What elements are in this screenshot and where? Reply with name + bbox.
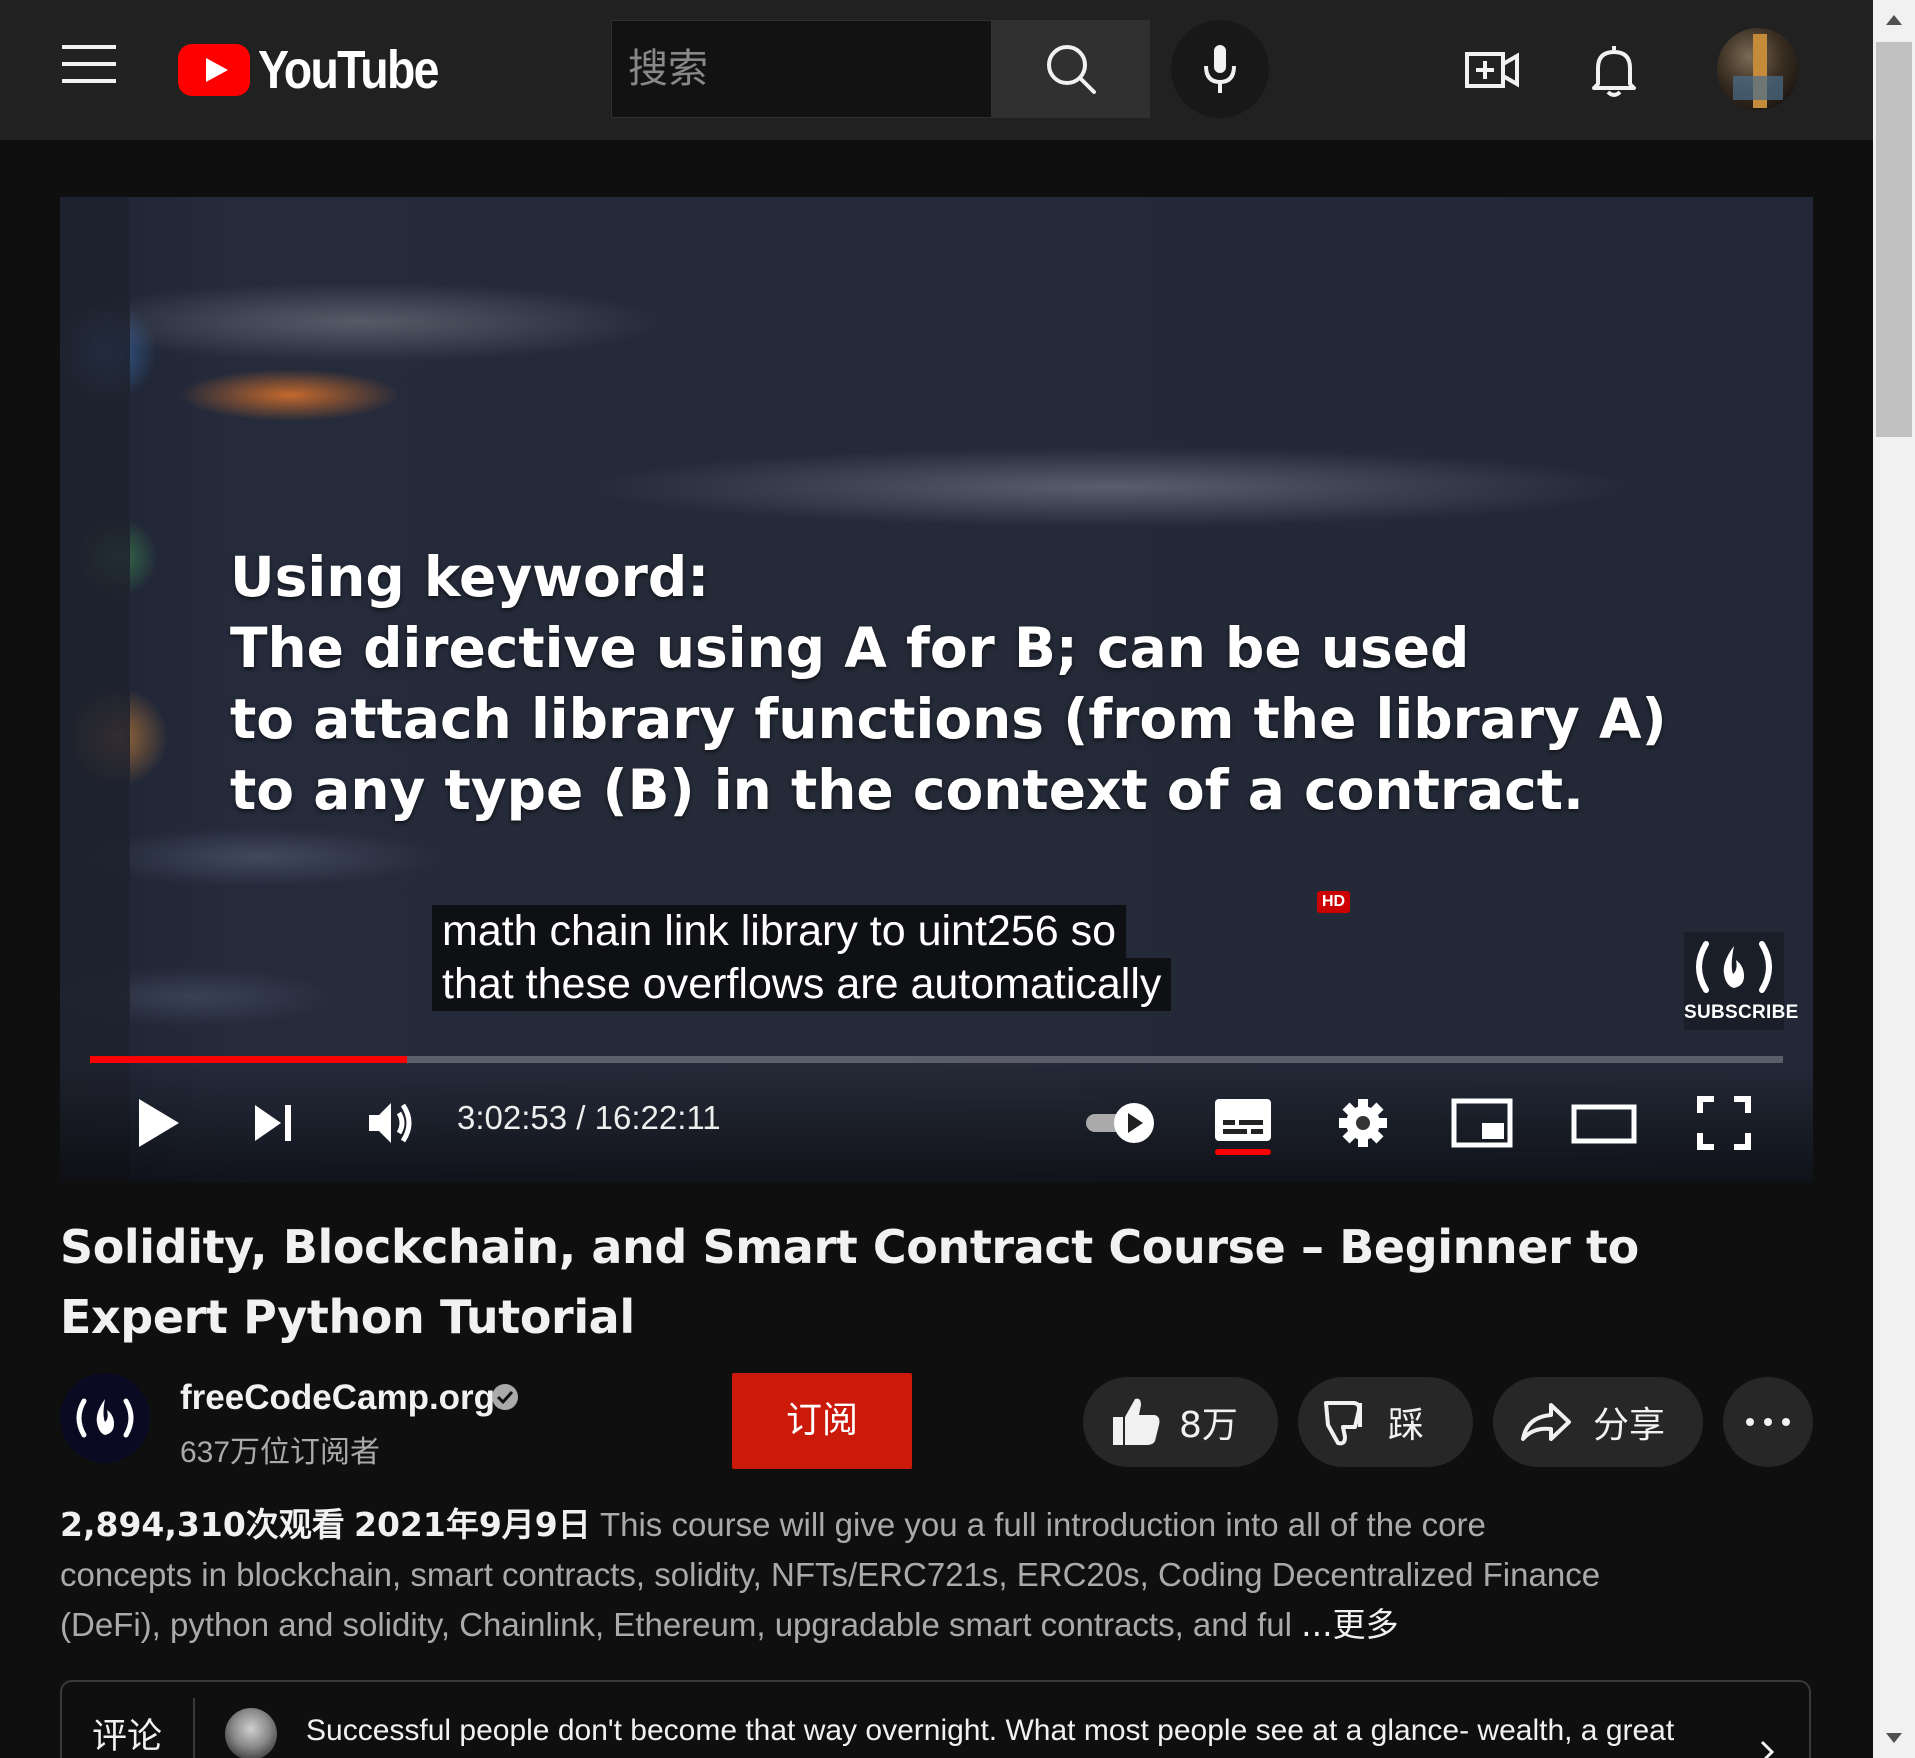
logo-text: YouTube: [258, 40, 439, 100]
youtube-play-badge-icon: [178, 44, 250, 96]
subscriber-count: 637万位订阅者: [180, 1436, 381, 1469]
commenter-avatar: [225, 1708, 277, 1758]
view-count: 2,894,310次观看: [60, 1505, 345, 1544]
dislike-button[interactable]: 踩: [1298, 1377, 1473, 1467]
share-label: 分享: [1593, 1405, 1666, 1446]
closed-caption: math chain link library to uint256 so th…: [432, 905, 1172, 1011]
autoplay-toggle-icon: [1086, 1103, 1154, 1143]
share-button[interactable]: 分享: [1493, 1377, 1703, 1467]
notifications-button[interactable]: [1584, 40, 1644, 100]
upload-date: 2021年9月9日: [353, 1505, 591, 1544]
skip-next-icon: [255, 1105, 291, 1141]
youtube-logo[interactable]: YouTube: [178, 40, 467, 100]
miniplayer-icon: [1451, 1098, 1513, 1148]
comments-label: 评论: [92, 1717, 163, 1757]
comments-teaser[interactable]: 评论 Successful people don't become that w…: [60, 1680, 1811, 1758]
play-icon: [139, 1099, 179, 1147]
fullscreen-icon: [1697, 1096, 1751, 1150]
thumbs-up-icon: [1113, 1398, 1160, 1445]
subtitles-icon: [1215, 1099, 1271, 1155]
autoplay-toggle[interactable]: [1072, 1090, 1162, 1156]
overlay-line: Using keyword:: [230, 545, 710, 609]
scroll-down-arrow-icon[interactable]: [1873, 1718, 1915, 1758]
video-frame-sidebar: [60, 197, 130, 1182]
bell-icon: [1592, 46, 1636, 97]
video-title: Solidity, Blockchain, and Smart Contract…: [60, 1220, 1639, 1344]
video-overlay-text: Using keyword: The directive using A for…: [230, 542, 1680, 826]
player-controls: 3:02:53 / 16:22:11: [60, 1065, 1813, 1182]
voice-search-button[interactable]: [1171, 20, 1269, 118]
subscribe-button[interactable]: 订阅: [732, 1373, 912, 1469]
comments-divider: [193, 1698, 195, 1758]
video-player[interactable]: Using keyword: The directive using A for…: [60, 197, 1813, 1182]
time-display: 3:02:53 / 16:22:11: [457, 1099, 721, 1136]
fullscreen-button[interactable]: [1688, 1087, 1760, 1159]
mic-icon: [1204, 45, 1236, 93]
search-button[interactable]: [992, 20, 1150, 118]
overlay-line: The directive using A for B; can be used: [230, 616, 1470, 680]
mute-button[interactable]: [357, 1087, 429, 1159]
gear-icon: [1339, 1099, 1387, 1147]
theater-mode-icon: [1571, 1104, 1637, 1144]
channel-branding-watermark[interactable]: SUBSCRIBE: [1684, 932, 1799, 1030]
freecodecamp-logo-icon: [1696, 941, 1772, 993]
theater-mode-button[interactable]: [1568, 1087, 1640, 1159]
channel-avatar[interactable]: [60, 1373, 150, 1463]
search-icon: [1047, 45, 1096, 94]
progress-played: [90, 1056, 407, 1063]
account-avatar[interactable]: [1717, 28, 1799, 110]
freecodecamp-logo-icon: [76, 1398, 134, 1438]
next-button[interactable]: [238, 1087, 310, 1159]
play-button[interactable]: [120, 1087, 192, 1159]
chevron-right-icon: [1760, 1740, 1775, 1758]
scroll-up-arrow-icon[interactable]: [1873, 0, 1915, 40]
create-video-button[interactable]: [1463, 40, 1523, 100]
like-button[interactable]: 8万: [1083, 1377, 1278, 1467]
create-video-icon: [1465, 52, 1519, 88]
overlay-line: to attach library functions (from the li…: [230, 687, 1667, 751]
volume-icon: [369, 1103, 412, 1143]
page-scrollbar[interactable]: [1873, 0, 1915, 1758]
search-input[interactable]: 搜索: [611, 20, 992, 118]
more-horiz-icon: [1746, 1418, 1790, 1426]
thumbs-down-icon: [1324, 1401, 1362, 1446]
youtube-watch-page: YouTube 搜索 Using keyword: The directive …: [0, 0, 1915, 1758]
miniplayer-button[interactable]: [1446, 1087, 1518, 1159]
dislike-label: 踩: [1388, 1405, 1425, 1446]
comment-preview-text: Successful people don't become that way …: [306, 1714, 1675, 1747]
like-count: 8万: [1179, 1405, 1238, 1446]
more-actions-button[interactable]: [1723, 1377, 1813, 1467]
menu-icon[interactable]: [62, 45, 116, 87]
progress-bar[interactable]: [90, 1056, 1783, 1063]
caption-line: that these overflows are automatically: [432, 958, 1172, 1011]
settings-button[interactable]: [1327, 1087, 1399, 1159]
description-more-button[interactable]: ...更多: [1301, 1605, 1398, 1644]
share-icon: [1521, 1403, 1571, 1441]
caption-line: math chain link library to uint256 so: [432, 905, 1127, 958]
verified-badge-icon: [492, 1384, 518, 1410]
branding-subscribe-label: SUBSCRIBE: [1684, 1002, 1799, 1023]
video-description[interactable]: 2,894,310次观看 2021年9月9日 This course will …: [60, 1500, 1620, 1650]
masthead: YouTube 搜索: [0, 0, 1873, 140]
scrollbar-thumb[interactable]: [1876, 42, 1912, 437]
overlay-line: to any type (B) in the context of a cont…: [230, 758, 1584, 822]
channel-name[interactable]: freeCodeCamp.org: [180, 1378, 495, 1418]
hd-badge: HD: [1317, 891, 1351, 913]
subtitles-button[interactable]: [1207, 1087, 1279, 1159]
